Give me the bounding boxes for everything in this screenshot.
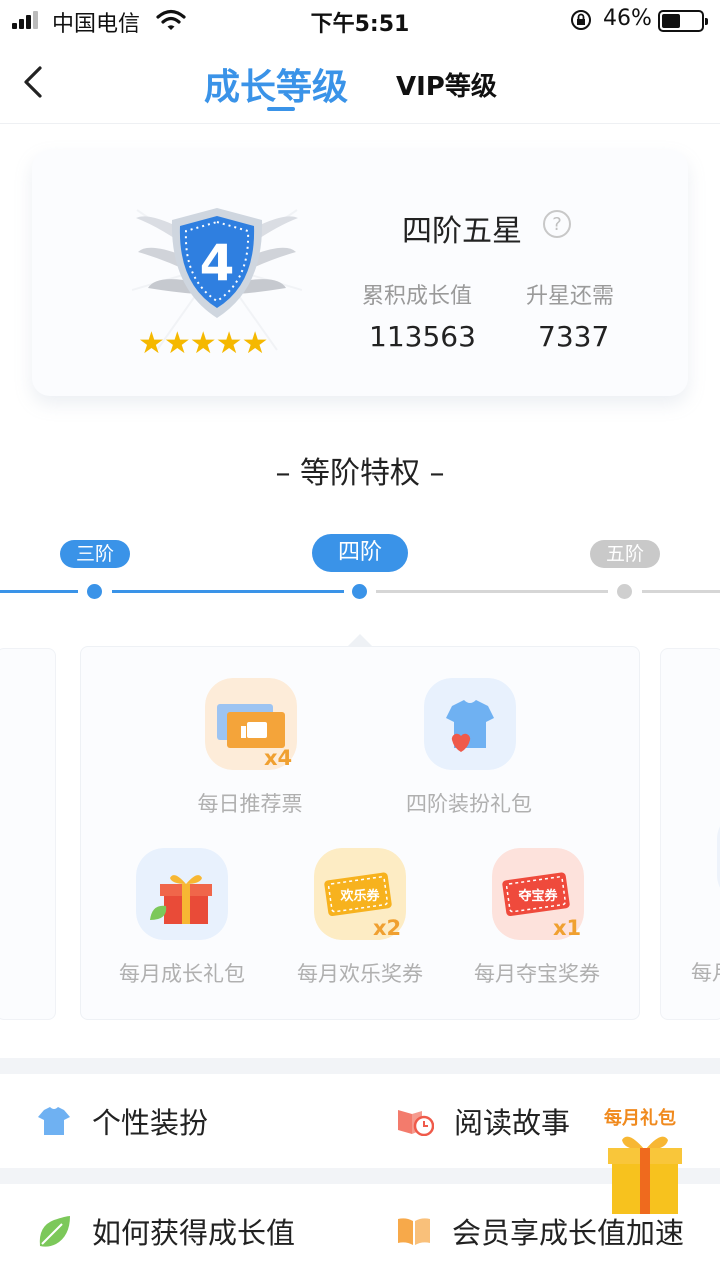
leaf-icon <box>39 1216 70 1247</box>
menu-reading[interactable]: 阅读故事 <box>396 1074 570 1168</box>
menu-reading-label: 阅读故事 <box>454 1106 571 1140</box>
rotation-lock-icon <box>571 10 591 30</box>
prev-tier-card[interactable] <box>0 648 56 1020</box>
tshirt-icon <box>424 678 516 770</box>
monthly-gift-label[interactable]: 每月礼包 <box>604 1104 676 1130</box>
battery-icon <box>658 10 708 32</box>
top-nav: 成长等级 VIP等级 <box>0 40 720 124</box>
tshirt-icon <box>38 1107 70 1135</box>
tier-dot-prev <box>87 584 102 599</box>
open-book-icon <box>398 1218 430 1245</box>
menu-dressup-label: 个性装扮 <box>92 1106 209 1140</box>
level-stars: ★★★★★ <box>138 326 268 361</box>
tier-pill-current[interactable]: 四阶 <box>312 534 408 572</box>
tier-pill-prev[interactable]: 三阶 <box>60 540 130 568</box>
next-tier-card[interactable]: 每月 <box>660 648 720 1020</box>
perk-label-happy-ticket: 每月欢乐奖券 <box>297 962 423 986</box>
current-tier-pointer <box>348 634 372 646</box>
back-arrow-icon[interactable] <box>20 62 50 102</box>
help-icon[interactable]: ? <box>543 210 571 238</box>
menu-how-to-grow[interactable]: 如何获得成长值 <box>36 1184 295 1278</box>
perk-label-recommend-ticket: 每日推荐票 <box>197 792 303 816</box>
next-tier-perk-label: 每月 <box>691 961 720 985</box>
battery-percent: 46% <box>603 6 652 31</box>
menu-dressup[interactable]: 个性装扮 <box>36 1074 208 1168</box>
perk-label-dressup-pack: 四阶装扮礼包 <box>406 792 532 816</box>
treasure-ticket-multiplier: x1 <box>553 916 582 940</box>
tab-vip-level[interactable]: VIP等级 <box>396 66 497 103</box>
reading-book-icon <box>398 1110 434 1136</box>
tier-timeline: 三阶 四阶 五阶 <box>0 530 720 610</box>
level-card: 4 ★★★★★ 四阶五星 ? 累积成长值 113563 升星还需 7337 <box>32 150 688 396</box>
svg-text:夺宝券: 夺宝券 <box>517 888 558 904</box>
tab-growth-level[interactable]: 成长等级 <box>204 58 348 110</box>
badge-number: 4 <box>200 234 235 292</box>
status-bar: 中国电信 下午5:51 46% <box>0 0 720 40</box>
recommend-ticket-multiplier: x4 <box>264 746 293 770</box>
level-name: 四阶五星 <box>402 214 522 249</box>
star-up-needed-value: 7337 <box>538 320 610 353</box>
active-tab-indicator <box>267 107 295 111</box>
growth-gift-icon <box>136 848 228 940</box>
tier-dot-next <box>617 584 632 599</box>
menu-how-to-grow-label: 如何获得成长值 <box>92 1216 296 1250</box>
perk-label-treasure-ticket: 每月夺宝奖券 <box>474 962 600 986</box>
section-divider <box>0 1058 720 1074</box>
accumulated-growth-label: 累积成长值 <box>362 284 473 309</box>
menu-speedup-label: 会员享成长值加速 <box>452 1216 685 1250</box>
privileges-title: – 等阶特权 – <box>275 456 445 491</box>
accumulated-growth-value: 113563 <box>369 320 476 353</box>
tier-pill-next[interactable]: 五阶 <box>590 540 660 568</box>
svg-text:欢乐券: 欢乐券 <box>339 888 380 904</box>
perk-label-growth-gift: 每月成长礼包 <box>119 962 245 986</box>
happy-ticket-multiplier: x2 <box>373 916 402 940</box>
tier-dot-current <box>352 584 367 599</box>
star-up-needed-label: 升星还需 <box>526 284 615 309</box>
